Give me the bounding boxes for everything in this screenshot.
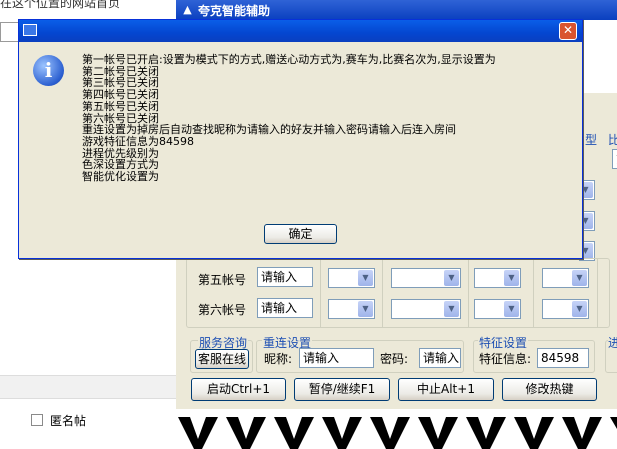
column-header-type: 型 <box>585 133 598 147</box>
account-6-rank-select[interactable]: ▼ <box>542 299 589 319</box>
password-label: 密码: <box>380 352 409 366</box>
message-line: 第一帐号已开启:设置为模式下的方式,赠送心动方式为,赛车为,比赛名次为,显示设置… <box>82 53 496 66</box>
message-line: 游戏特征信息为84598 <box>82 134 194 148</box>
anonymous-label: 匿名帖 <box>50 414 87 428</box>
up-arrow-icon: ▲ <box>183 3 192 16</box>
nickname-input[interactable]: 请输入 <box>299 348 374 368</box>
chevron-down-icon: ▼ <box>572 270 587 286</box>
chevron-down-icon: ▼ <box>358 270 373 286</box>
message-dialog: ✕ i 第一帐号已开启:设置为模式下的方式,赠送心动方式为,赛车为,比赛名次为,… <box>18 19 583 259</box>
account-5-gift-select[interactable]: ▼ <box>391 268 461 288</box>
customer-service-button[interactable]: 客服在线 <box>195 349 249 369</box>
chevron-down-icon: ▼ <box>572 301 587 317</box>
message-line: 第五帐号已关闭 <box>82 99 159 113</box>
assistant-title: 夸克智能辅助 <box>198 4 271 18</box>
chevron-down-icon: ▼ <box>358 301 373 317</box>
account-5-label: 第五帐号 <box>198 273 247 287</box>
window-icon <box>23 24 37 36</box>
decorative-banner-bottom <box>176 409 617 449</box>
account-6-gift-select[interactable]: ▼ <box>391 299 461 319</box>
anonymous-checkbox[interactable] <box>31 414 43 426</box>
modify-hotkey-button[interactable]: 修改热键 <box>502 378 597 401</box>
account-6-car-select[interactable]: ▼ <box>474 299 521 319</box>
column-header-compare: 比 <box>608 133 617 147</box>
account-5-rank-select[interactable]: ▼ <box>542 268 589 288</box>
feature-group-title: 特征设置 <box>478 334 529 351</box>
close-icon[interactable]: ✕ <box>559 22 577 40</box>
message-line: 智能优化设置为 <box>82 170 159 184</box>
column-divider <box>468 258 469 328</box>
account-6-label: 第六帐号 <box>198 303 247 317</box>
password-input[interactable]: 请输入 <box>419 348 461 368</box>
chevron-down-icon: ▼ <box>504 301 519 317</box>
stop-button[interactable]: 中止Alt+1 <box>398 378 494 401</box>
column-divider <box>597 258 598 328</box>
nickname-label: 昵称: <box>264 352 293 366</box>
feature-info-input[interactable]: 84598 <box>537 348 589 368</box>
right-partial-field[interactable]: 第 <box>612 149 617 169</box>
start-button[interactable]: 启动Ctrl+1 <box>191 378 286 401</box>
ok-button[interactable]: 确定 <box>264 224 337 244</box>
assistant-title-bar[interactable]: ▲ 夸克智能辅助 <box>176 0 617 20</box>
column-divider <box>320 258 321 328</box>
info-icon: i <box>33 55 64 86</box>
column-divider <box>533 258 534 328</box>
partial-right-group-title: 进 <box>608 334 617 351</box>
account-5-car-select[interactable]: ▼ <box>474 268 521 288</box>
chevron-down-icon: ▼ <box>444 270 459 286</box>
chevron-down-icon: ▼ <box>444 301 459 317</box>
feature-info-label: 特征信息: <box>479 352 532 366</box>
chevron-down-icon: ▼ <box>504 270 519 286</box>
pause-resume-button[interactable]: 暂停/继续F1 <box>294 378 390 401</box>
account-5-input[interactable]: 请输入 <box>257 267 313 287</box>
column-divider <box>382 258 383 328</box>
dialog-message: 第一帐号已开启:设置为模式下的方式,赠送心动方式为,赛车为,比赛名次为,显示设置… <box>82 54 577 183</box>
account-6-input[interactable]: 请输入 <box>257 298 313 318</box>
background-page-title: 在这个位置的网站首页 <box>0 0 121 10</box>
dialog-title-bar[interactable]: ✕ <box>19 20 582 42</box>
background-toolbar-strip <box>0 375 180 399</box>
account-6-mode-select[interactable]: ▼ <box>328 299 375 319</box>
account-5-mode-select[interactable]: ▼ <box>328 268 375 288</box>
